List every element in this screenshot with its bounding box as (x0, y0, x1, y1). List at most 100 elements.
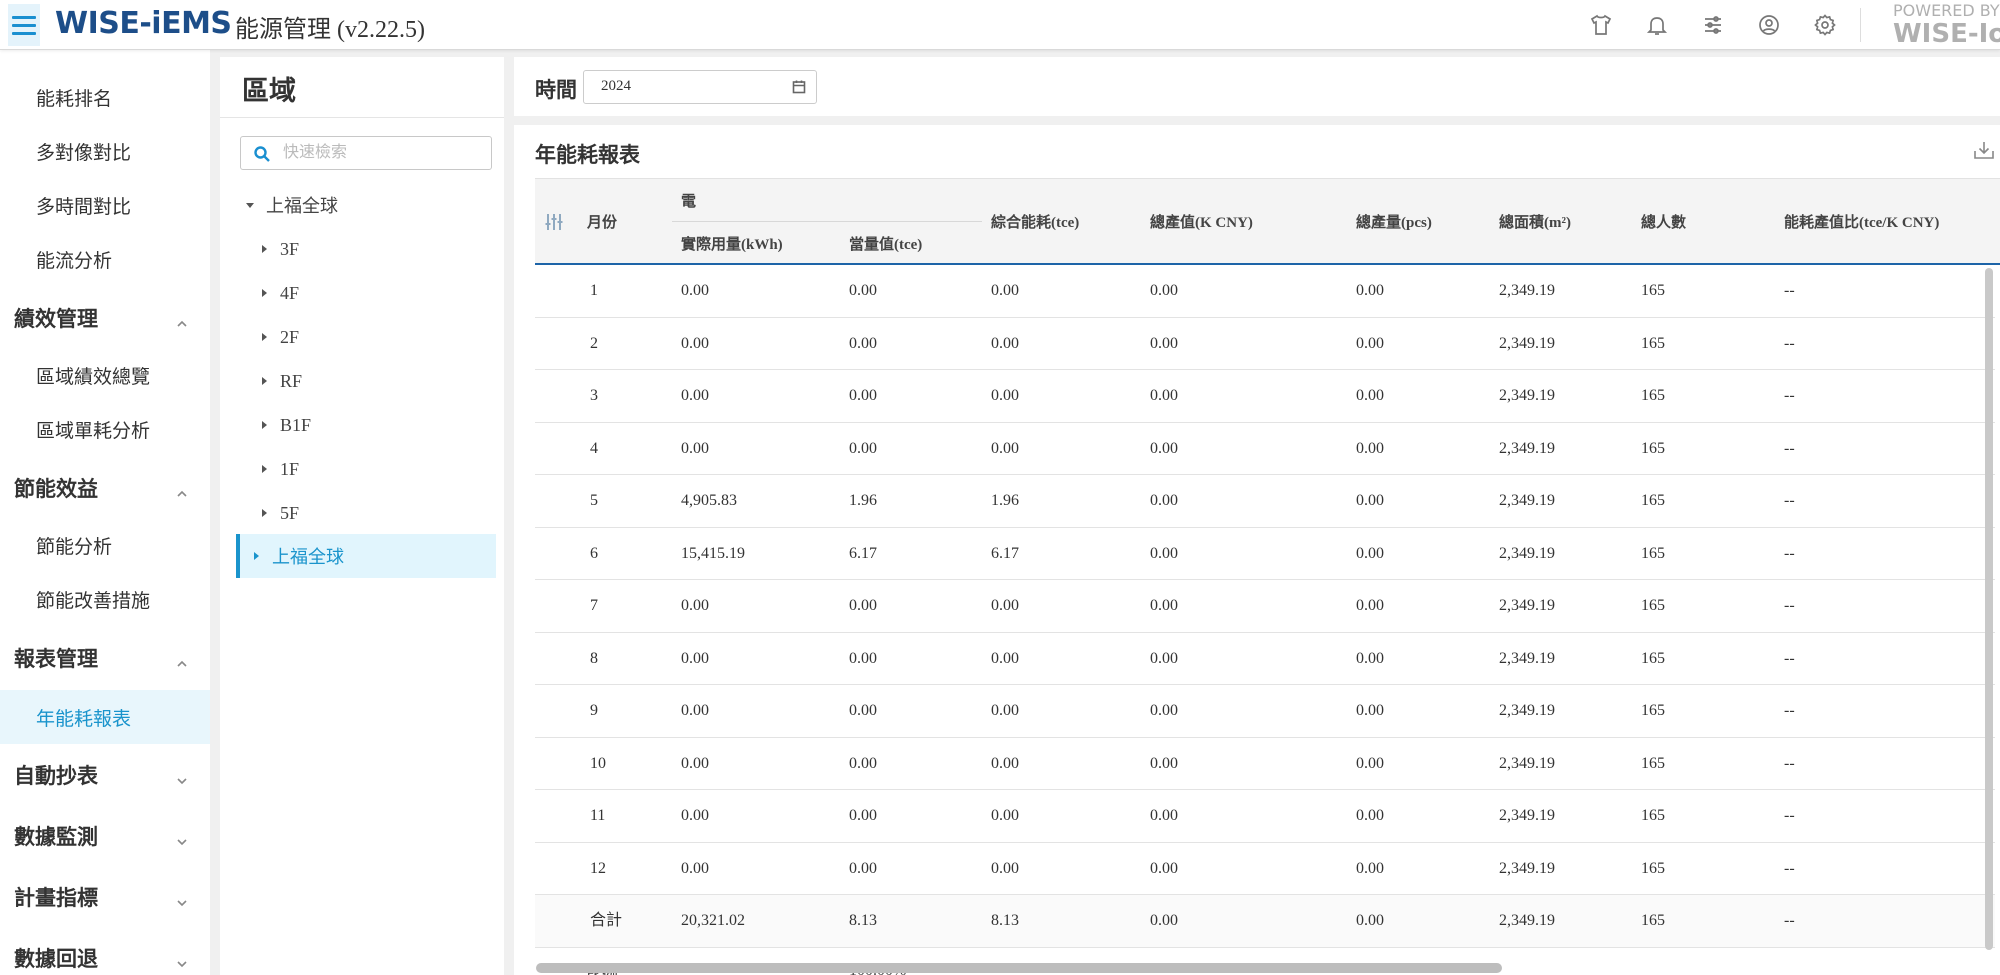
table-cell: 0.00 (849, 702, 877, 719)
hamburger-menu-icon[interactable] (8, 4, 40, 46)
caret-right-icon[interactable] (258, 507, 270, 519)
tree-node-b1f[interactable]: B1F (258, 410, 311, 440)
sidebar-group-energy-saving[interactable]: 節能效益 (0, 461, 210, 515)
tree-node-4f[interactable]: 4F (258, 278, 299, 308)
table-cell: 0.00 (1150, 649, 1178, 667)
column-settings-icon[interactable] (543, 211, 565, 233)
user-circle-icon[interactable] (1754, 10, 1784, 40)
tree-node-5f[interactable]: 5F (258, 498, 299, 528)
tree-node-3f[interactable]: 3F (258, 234, 299, 264)
sidebar-item-energy-ranking[interactable]: 能耗排名 (0, 70, 210, 124)
table-cell: 0.00 (1150, 597, 1178, 614)
table-cell: 165 (1641, 807, 1665, 824)
caret-right-icon[interactable] (250, 550, 262, 562)
sidebar-group-performance[interactable]: 績效管理 (0, 291, 210, 345)
bell-icon[interactable] (1642, 10, 1672, 40)
tree-node-root[interactable]: 上福全球 (244, 190, 338, 220)
sidebar-group-data-rollback[interactable]: 數據回退 (0, 931, 210, 975)
table-cell: -- (1784, 282, 1795, 299)
report-title: 年能耗報表 (535, 143, 640, 167)
table-cell: 0.00 (1356, 859, 1384, 877)
table-cell: -- (1784, 702, 1795, 719)
table-row: 3 0.00 0.00 0.00 0.00 0.00 2,349.19 165 -- (535, 370, 1995, 423)
caret-right-icon[interactable] (258, 463, 270, 475)
table-cell: 0.00 (991, 702, 1019, 719)
table-cell: 0.00 (1150, 702, 1178, 719)
chevron-down-icon (176, 768, 188, 785)
table-cell: 0.00 (991, 439, 1019, 457)
sidebar-group-label: 數據監測 (14, 825, 98, 849)
table-cell: 165 (1641, 544, 1665, 562)
tree-node-selected[interactable]: 上福全球 (236, 534, 496, 578)
annual-report-table: 月份 電 實際用量(kWh) 當量值(tce) 綜合能耗(tce) 總產值(K … (535, 178, 2000, 975)
sidebar-item-area-unit-consumption[interactable]: 區域單耗分析 (0, 402, 210, 456)
sidebar-item-area-performance[interactable]: 區域績效總覽 (0, 348, 210, 402)
sidebar-group-reports[interactable]: 報表管理 (0, 631, 210, 685)
table-row: 1 0.00 0.00 0.00 0.00 0.00 2,349.19 165 -- (535, 265, 1995, 318)
sidebar-group-auto-reading[interactable]: 自動抄表 (0, 748, 210, 802)
gear-icon[interactable] (1810, 10, 1840, 40)
sidebar-item-multi-time-compare[interactable]: 多時間對比 (0, 178, 210, 232)
caret-right-icon[interactable] (258, 243, 270, 255)
table-cell: -- (1784, 649, 1795, 667)
table-vertical-scrollbar[interactable] (1985, 268, 1993, 950)
table-cell: 0.00 (1356, 492, 1384, 509)
table-header: 月份 電 實際用量(kWh) 當量值(tce) 綜合能耗(tce) 總產值(K … (535, 178, 2000, 265)
caret-right-icon[interactable] (258, 331, 270, 343)
sliders-icon[interactable] (1698, 10, 1728, 40)
table-cell: 0.00 (1356, 544, 1384, 562)
table-cell: 0.00 (1356, 807, 1384, 824)
table-cell: 2 (590, 334, 598, 352)
sidebar-group-data-monitor[interactable]: 數據監測 (0, 809, 210, 863)
table-cell: 2,349.19 (1499, 649, 1555, 667)
sidebar-item-annual-report[interactable]: 年能耗報表 (0, 690, 210, 744)
tree-node-2f[interactable]: 2F (258, 322, 299, 352)
caret-right-icon[interactable] (258, 287, 270, 299)
sidebar-item-saving-analysis[interactable]: 節能分析 (0, 518, 210, 572)
sidebar-group-plan-targets[interactable]: 計畫指標 (0, 870, 210, 924)
table-cell: 2,349.19 (1499, 334, 1555, 352)
download-icon[interactable] (1973, 139, 1995, 161)
tree-search-input[interactable] (283, 141, 483, 165)
table-cell: 0.00 (681, 387, 709, 404)
table-cell: 0.00 (849, 282, 877, 299)
table-row: 12 0.00 0.00 0.00 0.00 0.00 2,349.19 165 -- (535, 842, 1995, 895)
tree-node-label: 上福全球 (266, 196, 338, 216)
column-header-month: 月份 (587, 215, 618, 231)
table-cell: 0.00 (681, 334, 709, 352)
table-cell: 0.00 (1150, 334, 1178, 352)
table-row: 9 0.00 0.00 0.00 0.00 0.00 2,349.19 165 -- (535, 685, 1995, 738)
caret-right-icon[interactable] (258, 375, 270, 387)
sidebar-item-multi-object-compare[interactable]: 多對像對比 (0, 124, 210, 178)
table-cell: 0.00 (1150, 859, 1178, 877)
table-cell: 0.00 (849, 807, 877, 824)
tree-node-rf[interactable]: RF (258, 366, 302, 396)
area-tree-panel: 區域 上福全球 3F 4F 2F RF B1F 1F 5F 上福全球 (220, 57, 504, 975)
table-row: 2 0.00 0.00 0.00 0.00 0.00 2,349.19 165 -- (535, 317, 1995, 370)
sidebar-item-energy-flow[interactable]: 能流分析 (0, 232, 210, 286)
caret-down-icon[interactable] (244, 199, 256, 211)
table-cell: -- (1784, 387, 1795, 404)
sidebar-item-saving-measures[interactable]: 節能改善措施 (0, 572, 210, 626)
table-cell: 2,349.19 (1499, 912, 1555, 929)
year-picker[interactable]: 2024 (583, 70, 817, 104)
table-cell: 2,349.19 (1499, 597, 1555, 614)
caret-right-icon[interactable] (258, 419, 270, 431)
table-cell: 9 (590, 702, 598, 719)
table-cell: 0.00 (1150, 912, 1178, 929)
table-cell: 0.00 (1356, 334, 1384, 352)
table-cell: 12 (590, 859, 606, 877)
sidebar-group-label: 數據回退 (14, 947, 98, 971)
table-cell: 165 (1641, 597, 1665, 614)
table-horizontal-scrollbar[interactable] (536, 963, 1502, 973)
tree-node-1f[interactable]: 1F (258, 454, 299, 484)
table-cell: 165 (1641, 702, 1665, 719)
table-cell: 5 (590, 492, 598, 509)
calendar-icon[interactable] (792, 80, 806, 94)
header-separator (1860, 8, 1861, 42)
shirt-icon[interactable] (1586, 10, 1616, 40)
table-cell: 165 (1641, 282, 1665, 299)
table-row: 4 0.00 0.00 0.00 0.00 0.00 2,349.19 165 -- (535, 422, 1995, 475)
table-row: 8 0.00 0.00 0.00 0.00 0.00 2,349.19 165 -- (535, 632, 1995, 685)
tree-node-label: RF (280, 370, 303, 391)
